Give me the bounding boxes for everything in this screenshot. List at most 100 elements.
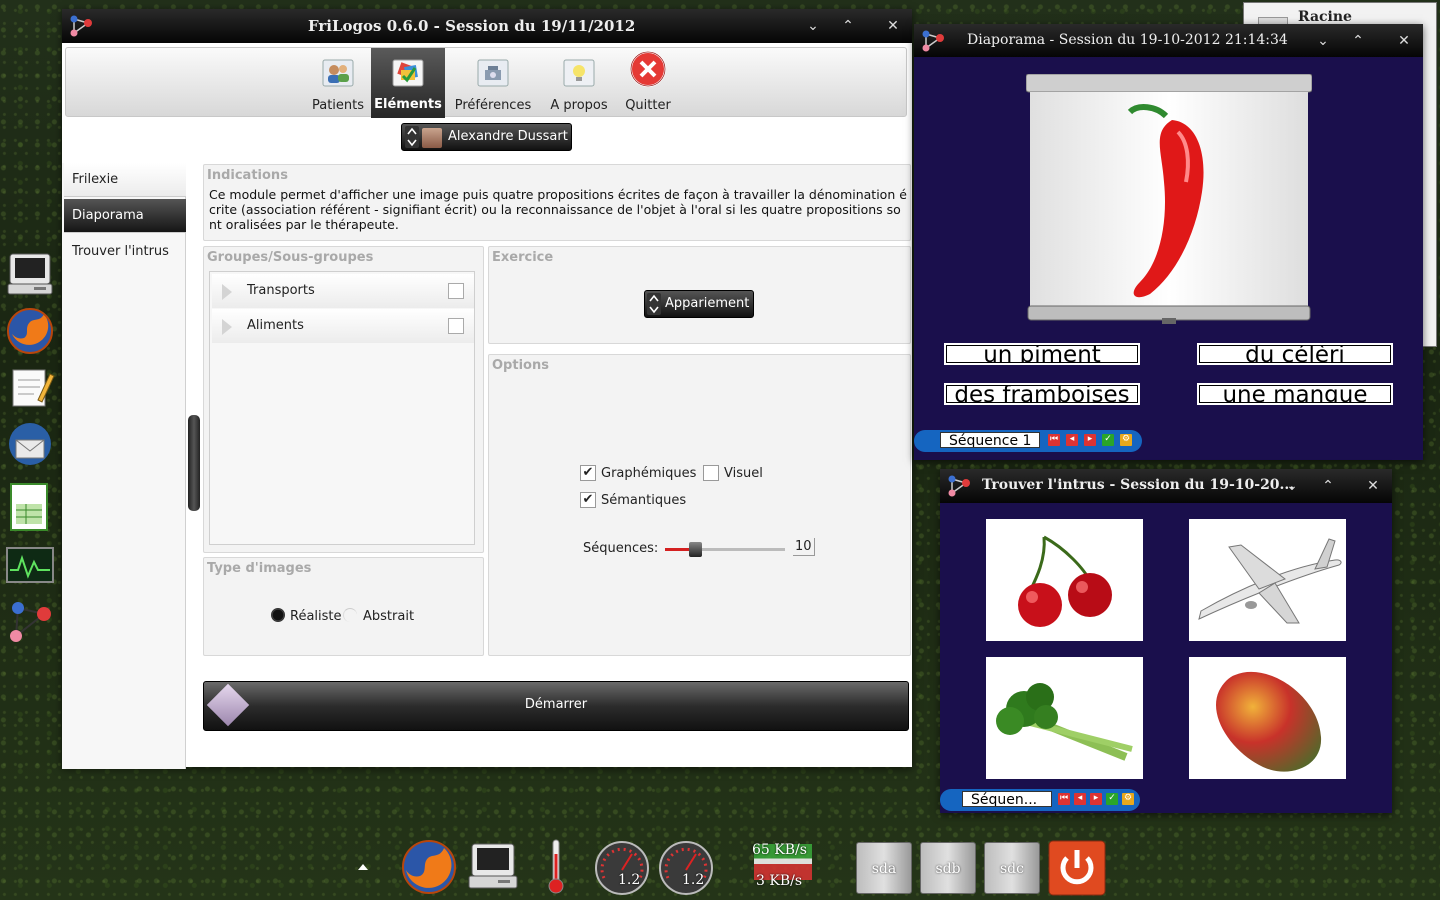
spreadsheet-icon[interactable] (4, 480, 56, 532)
firefox-icon[interactable] (4, 304, 56, 356)
module-item-diaporama[interactable]: Diaporama (64, 199, 186, 233)
power-button[interactable] (1048, 840, 1106, 896)
start-button[interactable]: Démarrer (203, 681, 909, 731)
toolbar-label: Préférences (454, 98, 532, 113)
intrus-sequence-label[interactable]: Séquen... (962, 791, 1052, 807)
indications-text: Ce module permet d'afficher une image pu… (209, 187, 907, 232)
minimize-button[interactable]: ⌄ (1312, 30, 1334, 52)
groups-panel: Groupes/Sous-groupes Transports Aliments (203, 246, 484, 553)
frilogos-logo-icon (66, 11, 96, 41)
maximize-button[interactable]: ⌃ (1317, 475, 1339, 497)
intrus-image-airplane[interactable] (1189, 519, 1346, 641)
minimize-button[interactable]: ⌄ (1281, 475, 1303, 497)
choice-button-1[interactable]: du célèri (1197, 343, 1393, 365)
close-button[interactable]: ✕ (1393, 30, 1415, 52)
slideshow-sequence-label[interactable]: Séquence 1 (940, 432, 1040, 448)
frilogos-icon[interactable] (4, 596, 56, 648)
main-window-title: FriLogos 0.6.0 - Session du 19/11/2012 (308, 17, 636, 35)
toolbar-patients-button[interactable]: Patients (306, 48, 370, 118)
settings-icon[interactable]: ⚙ (1120, 434, 1132, 446)
text-editor-icon[interactable] (4, 360, 56, 412)
first-sequence-icon[interactable]: ⏮ (1048, 434, 1060, 446)
settings-icon[interactable]: ⚙ (1122, 793, 1134, 805)
patient-avatar (422, 128, 442, 148)
cpu-gauge-2: 1.2 (658, 840, 714, 896)
intrus-image-cherries[interactable] (986, 519, 1143, 641)
options-group: Options ✔ Graphémiques Visuel ✔ Sémantiq… (488, 354, 911, 656)
group-row-aliments[interactable]: Aliments (212, 309, 474, 343)
slideshow-title: Diaporama - Session du 19-10-2012 21:14:… (967, 32, 1288, 48)
updown-arrows-icon (647, 293, 661, 315)
module-list: Frilexie Diaporama Trouver l'intrus (62, 163, 186, 769)
expand-arrow-icon[interactable] (222, 319, 232, 335)
drive-sda[interactable]: sda (856, 842, 912, 894)
abstrait-radio[interactable] (343, 608, 357, 622)
semantiques-label: Sémantiques (601, 493, 687, 508)
module-item-trouver-intrus[interactable]: Trouver l'intrus (64, 235, 186, 269)
firefox-launcher-icon[interactable] (400, 838, 458, 896)
choice-button-3[interactable]: une mangue (1197, 383, 1393, 405)
drive-sdb[interactable]: sdb (920, 842, 976, 894)
toolbar-elements-button[interactable]: Eléments (371, 48, 445, 118)
groups-title: Groupes/Sous-groupes (207, 250, 374, 265)
exercise-selector[interactable]: Appariement (644, 290, 754, 318)
slideshow-titlebar[interactable]: Diaporama - Session du 19-10-2012 21:14:… (914, 24, 1423, 57)
minimize-button[interactable]: ⌄ (802, 15, 824, 37)
main-window-body: Patients Eléments Préférences A propos Q… (62, 43, 912, 769)
image-type-title: Type d'images (207, 561, 312, 576)
close-button[interactable]: ✕ (882, 15, 904, 37)
intrus-titlebar[interactable]: Trouver l'intrus - Session du 19-10-20..… (940, 469, 1392, 503)
indications-title: Indications (207, 168, 288, 183)
next-sequence-icon[interactable]: ▸ (1090, 793, 1102, 805)
red-chili-pepper-image (1127, 104, 1204, 298)
patient-selector[interactable]: Alexandre Dussart (401, 123, 572, 151)
visuel-checkbox[interactable] (703, 465, 719, 481)
intrus-image-celery[interactable] (986, 657, 1143, 779)
computer-icon[interactable] (4, 248, 56, 300)
drive-sdc[interactable]: sdc (984, 842, 1040, 894)
module-item-frilexie[interactable]: Frilexie (64, 163, 186, 197)
toolbar-label: Patients (311, 98, 365, 113)
main-titlebar[interactable]: FriLogos 0.6.0 - Session du 19/11/2012 ⌄… (62, 9, 912, 43)
realiste-radio[interactable] (271, 608, 285, 622)
toolbar-about-button[interactable]: A propos (544, 48, 614, 118)
group-checkbox[interactable] (448, 283, 464, 299)
slide-image-screen (1025, 66, 1313, 324)
sequences-slider-handle[interactable] (689, 542, 702, 557)
close-button[interactable]: ✕ (1362, 475, 1384, 497)
graphemiques-checkbox[interactable]: ✔ (580, 465, 596, 481)
intrus-sequence-bar: Séquen... ⏮ ◂ ▸ ✓ ⚙ (940, 789, 1140, 811)
first-sequence-icon[interactable]: ⏮ (1058, 793, 1070, 805)
previous-sequence-icon[interactable]: ◂ (1074, 793, 1086, 805)
maximize-button[interactable]: ⌃ (837, 15, 859, 37)
next-sequence-icon[interactable]: ▸ (1084, 434, 1096, 446)
previous-sequence-icon[interactable]: ◂ (1066, 434, 1078, 446)
choice-button-2[interactable]: des framboises (944, 383, 1140, 405)
toolbar-preferences-button[interactable]: Préférences (453, 48, 533, 118)
sequences-slider[interactable] (665, 542, 785, 557)
computer-launcher-icon[interactable] (464, 840, 522, 894)
thunderbird-icon[interactable] (4, 418, 56, 470)
start-label: Démarrer (524, 697, 588, 712)
validate-icon[interactable]: ✓ (1102, 434, 1114, 446)
validate-icon[interactable]: ✓ (1106, 793, 1118, 805)
choice-button-0[interactable]: un piment (944, 343, 1140, 365)
cpu-gauge-1-value: 1.2 (618, 872, 641, 888)
maximize-button[interactable]: ⌃ (1347, 30, 1369, 52)
image-type-group: Type d'images Réaliste Abstrait (203, 557, 484, 656)
group-label: Aliments (247, 318, 304, 333)
system-monitor-icon[interactable] (4, 542, 56, 594)
module-list-scrollbar[interactable] (188, 415, 200, 511)
cpu-gauge-1: 1.2 (594, 840, 650, 896)
exercise-title: Exercice (492, 250, 554, 265)
toolbar-quit-button[interactable]: Quitter (620, 48, 676, 118)
expand-arrow-icon[interactable] (222, 284, 232, 300)
toolbar-label: Quitter (625, 98, 671, 113)
group-checkbox[interactable] (448, 318, 464, 334)
semantiques-checkbox[interactable]: ✔ (580, 492, 596, 508)
group-row-transports[interactable]: Transports (212, 274, 474, 308)
sequences-value: 10 (793, 538, 815, 556)
panel-up-arrow-icon[interactable] (356, 860, 370, 874)
thermometer-icon (546, 838, 566, 896)
intrus-image-mango[interactable] (1189, 657, 1346, 779)
